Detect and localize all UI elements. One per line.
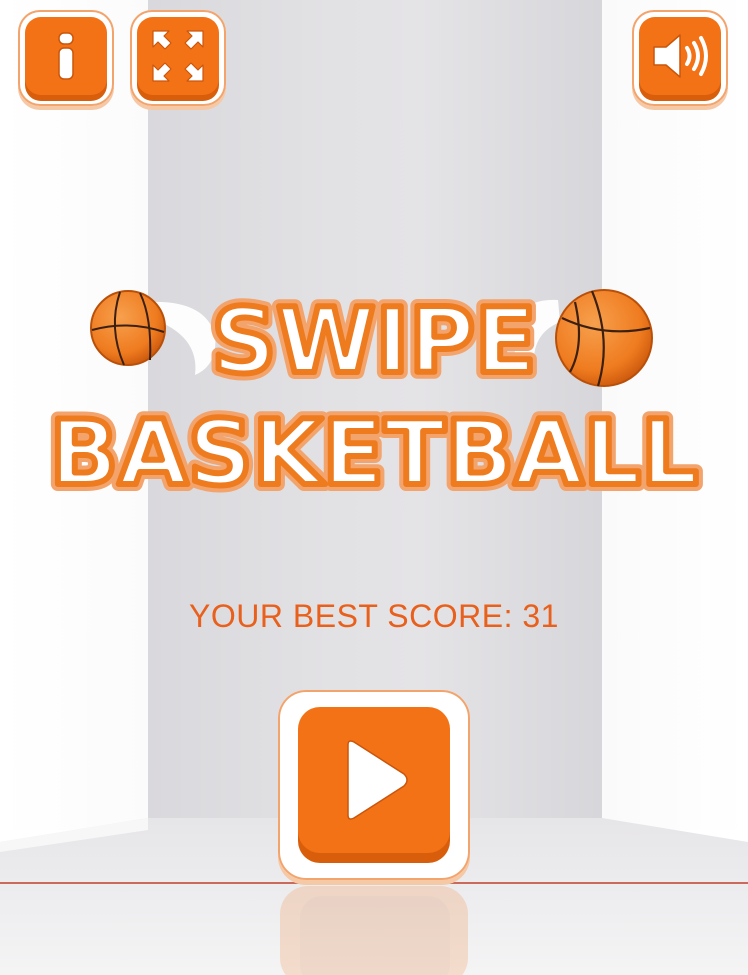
best-score-value: 31 [522, 598, 559, 634]
basketball-right-icon [555, 289, 653, 387]
title-line2: BASKETBALL [50, 401, 699, 506]
best-score: YOUR BEST SCORE: 31 [0, 598, 748, 635]
play-button-reflection [280, 886, 468, 975]
best-score-label: YOUR BEST SCORE: [189, 598, 513, 634]
play-button[interactable] [278, 690, 470, 880]
title-line1: SWIPE [211, 289, 536, 394]
play-icon [347, 740, 408, 820]
title-graphic: SWIPE SWIPE BASKETBALL BASKETBALL [43, 282, 706, 513]
basketball-left-icon [90, 290, 166, 366]
